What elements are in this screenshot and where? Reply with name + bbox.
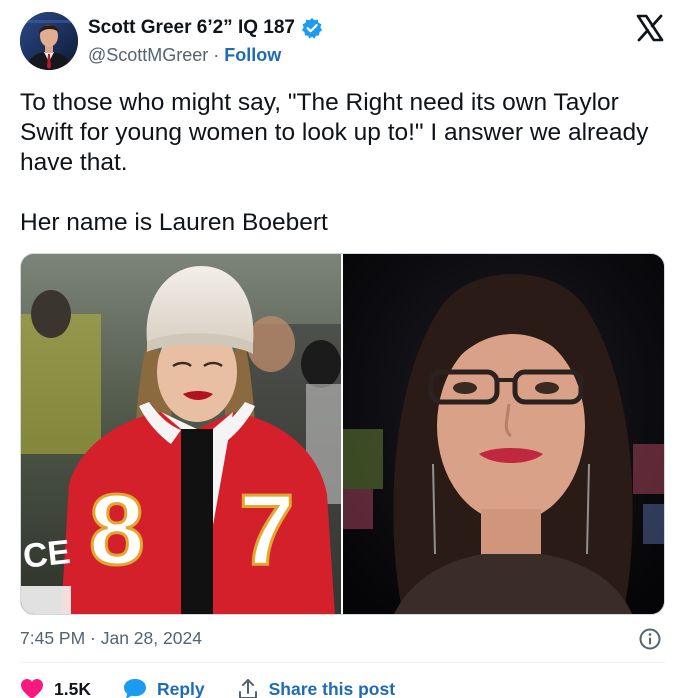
tweet-text: To those who might say, "The Right need … (20, 88, 660, 238)
handle-separator: · (213, 45, 220, 65)
verified-badge-icon (301, 17, 323, 39)
jersey-number-8: 8 (89, 474, 145, 586)
tweet-embed-card: Scott Greer 6’2” IQ 187 @ScottMGreer · F… (0, 0, 682, 698)
author-handle-row: @ScottMGreer · Follow (88, 45, 281, 66)
follow-button[interactable]: Follow (224, 45, 281, 66)
author-display-name[interactable]: Scott Greer 6’2” IQ 187 (88, 17, 295, 39)
tweet-paragraph: To those who might say, "The Right need … (20, 89, 649, 176)
author-name-row: Scott Greer 6’2” IQ 187 (88, 17, 323, 39)
sleeve-text: CE (21, 533, 72, 576)
info-icon[interactable] (638, 627, 662, 651)
author-avatar[interactable] (20, 12, 78, 70)
like-count: 1.5K (54, 678, 91, 698)
author-handle[interactable]: @ScottMGreer (88, 45, 208, 66)
tweet-media[interactable]: 8 7 CE (20, 253, 665, 615)
tweet-paragraph: Her name is Lauren Boebert (20, 209, 328, 236)
share-upload-icon (237, 678, 259, 698)
share-label: Share this post (268, 678, 396, 698)
like-button[interactable]: 1.5K (20, 678, 91, 698)
media-photo-left[interactable]: 8 7 CE (21, 254, 341, 614)
reply-label: Reply (156, 678, 205, 698)
reply-bubble-icon (123, 678, 147, 698)
reply-button[interactable]: Reply (123, 678, 205, 698)
x-logo-icon[interactable] (634, 12, 666, 44)
tweet-timestamp[interactable]: 7:45 PM · Jan 28, 2024 (20, 628, 202, 649)
jersey-number-7: 7 (239, 474, 295, 586)
heart-icon (20, 678, 44, 698)
tweet-actions: 1.5K Reply Share this post (20, 676, 427, 698)
share-button[interactable]: Share this post (237, 678, 395, 698)
media-photo-right[interactable] (343, 254, 664, 614)
divider (20, 662, 665, 663)
